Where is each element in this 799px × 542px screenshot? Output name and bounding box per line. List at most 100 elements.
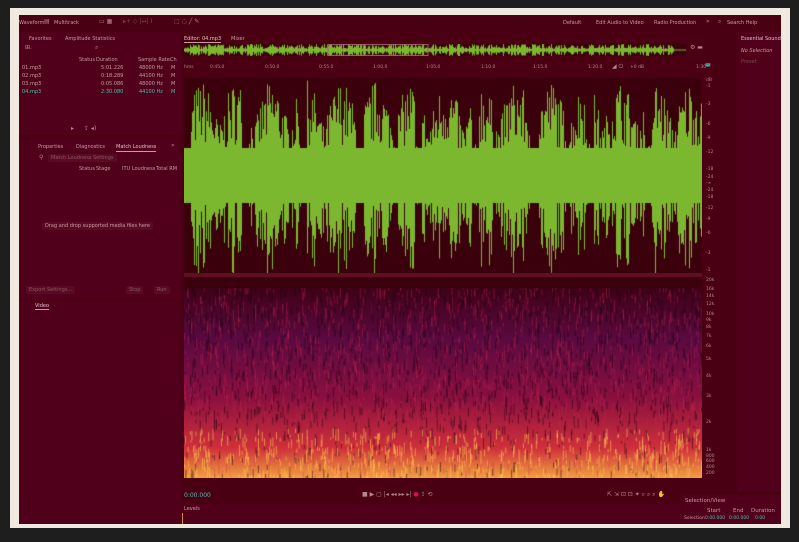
no-selection-text: No Selection xyxy=(741,48,773,54)
db-tick-label: dB xyxy=(706,78,712,83)
record-icon[interactable]: ● xyxy=(413,491,418,498)
freq-tick-label: 1k xyxy=(706,448,712,453)
freq-tick-label: 16k xyxy=(706,287,715,292)
ruler-tick-label: 1:15.0 xyxy=(533,65,548,70)
header-sample-rate[interactable]: Sample Rate xyxy=(138,57,170,63)
ruler-tick-label: 0:55.0 xyxy=(319,65,334,70)
import-icon[interactable]: ⊞. xyxy=(25,44,32,51)
tab-diagnostics[interactable]: Diagnostics xyxy=(76,144,105,150)
multitrack-button[interactable]: Multitrack xyxy=(54,20,79,26)
workspace-default[interactable]: Default xyxy=(563,20,581,26)
tab-mixer[interactable]: Mixer xyxy=(231,36,245,42)
freq-tick-label: 5k xyxy=(706,357,712,362)
file-channels: M xyxy=(171,65,176,71)
overview-waveform[interactable] xyxy=(184,44,686,56)
header-stage: Stage xyxy=(96,166,111,172)
files-panel: Favorites Amplitude Statistics ⊞. ⌕ Stat… xyxy=(19,32,181,135)
db-tick-label: -6 xyxy=(706,122,711,127)
waveform-button[interactable]: Waveform xyxy=(19,20,44,26)
tab-editor[interactable]: Editor: 04.mp3 xyxy=(184,36,222,43)
workspace-edit-audio-to-video[interactable]: Edit Audio to Video xyxy=(596,20,644,26)
header-total-rms: Total RM xyxy=(156,166,178,172)
file-name: 03.mp3 xyxy=(22,81,42,87)
search-help-input[interactable]: Search Help xyxy=(727,20,757,26)
tab-favorites[interactable]: Favorites xyxy=(29,36,52,42)
transport-controls[interactable]: ■ ▶ ▢ |◂ ◂◂ ▸▸ ▸| ● ⇪ ⟲ xyxy=(362,491,433,498)
spectrogram-display[interactable] xyxy=(184,278,702,478)
stop-button[interactable]: Stop xyxy=(126,286,144,294)
tab-video[interactable]: Video xyxy=(35,303,50,310)
levels-title: Levels xyxy=(184,506,200,512)
ruler-tick-label: hms xyxy=(184,65,194,70)
search-icon: ⌕ xyxy=(718,18,722,25)
zoom-controls[interactable]: ⇱ ⇲ ⊡ ⊡ ✦ ⌕ ⌕ ⌕ ✋ xyxy=(607,491,665,499)
selection-end[interactable]: 0:00.000 xyxy=(729,516,749,521)
file-name: 02.mp3 xyxy=(22,73,42,79)
levels-panel: Levels xyxy=(182,504,682,524)
export-icon[interactable]: ⇪ ◂) xyxy=(84,125,96,132)
freq-tick-label: 3k xyxy=(706,394,712,399)
settings-icon[interactable]: ⚲ xyxy=(39,154,43,161)
file-channels: M xyxy=(171,81,176,87)
file-duration: 5:01.226 xyxy=(101,65,124,71)
editor-panel: Editor: 04.mp3 Mixer ⚙ ▬ hms 0:45.0 0:50.0… xyxy=(182,32,737,490)
play-icon[interactable]: ▸ xyxy=(71,125,74,132)
zoom-icon[interactable]: ⚙ ▬ xyxy=(690,44,703,51)
header-channels[interactable]: Ch xyxy=(170,57,177,63)
tab-properties[interactable]: Properties xyxy=(38,144,63,150)
header-duration[interactable]: Duration xyxy=(96,57,118,63)
db-tick-label: -9 xyxy=(706,136,711,141)
db-tick-label: -18 xyxy=(706,195,714,200)
expand-icon[interactable]: » xyxy=(171,142,175,149)
db-scale: dB -1 -3 -6 -9 -12 -18 -24 -∞ -24 -18 -12 -9 -6 -3 -1 xyxy=(703,78,721,273)
spectral-view-icon[interactable]: ▭ ▦ xyxy=(99,18,112,25)
selection-start[interactable]: 0:00.000 xyxy=(705,516,725,521)
top-toolbar: Waveform ▤ Multitrack ▭ ▦ ▸+ ◇ |↔| I ⬚ ◌… xyxy=(19,15,781,31)
freq-tick-label: 12k xyxy=(706,302,715,307)
freq-tick-label: 20k xyxy=(706,278,715,283)
ruler-tick-label: 1:00.0 xyxy=(373,65,388,70)
match-loudness-settings-button[interactable]: Match Loudness Settings xyxy=(48,154,117,162)
run-button[interactable]: Run xyxy=(154,286,170,294)
db-tick-label: -12 xyxy=(706,150,714,155)
selection-duration[interactable]: 0:00 xyxy=(755,516,765,521)
file-sample-rate: 48000 Hz xyxy=(139,65,163,71)
drop-zone[interactable]: Drag and drop supported media files here xyxy=(42,222,153,230)
db-tick-label: -9 xyxy=(706,217,711,222)
freq-tick-label: 14k xyxy=(706,294,715,299)
video-panel: Video xyxy=(19,301,181,524)
freq-tick-label: 8k xyxy=(706,325,712,330)
waveform-display[interactable] xyxy=(184,78,702,273)
edit-tools-icons[interactable]: ▸+ ◇ |↔| I xyxy=(123,18,152,25)
tab-match-loudness[interactable]: Match Loudness xyxy=(116,144,157,152)
selection-tools-icons[interactable]: ⬚ ◌ ╱ ✎ xyxy=(174,18,199,25)
selection-label: Selection xyxy=(684,516,705,521)
file-channels: M xyxy=(171,73,176,79)
search-files-icon[interactable]: ⌕ xyxy=(95,44,98,52)
ruler-tick-label: 1:05.0 xyxy=(426,65,441,70)
volume-knob-icon[interactable]: ◢ ⏻ xyxy=(612,63,623,71)
file-duration: 2:30.080 xyxy=(101,89,124,95)
tab-amplitude-statistics[interactable]: Amplitude Statistics xyxy=(65,36,115,42)
gain-value: +0 dB xyxy=(630,65,645,70)
file-channels: M xyxy=(171,89,176,95)
freq-tick-label: 600 xyxy=(706,459,715,464)
headphone-icon[interactable]: ◚ xyxy=(705,63,711,70)
freq-tick-label: 2k xyxy=(706,420,712,425)
preset-dropdown[interactable]: Preset xyxy=(741,59,757,65)
header-status[interactable]: Status xyxy=(79,57,95,63)
export-settings-button[interactable]: Export Settings... xyxy=(26,286,76,294)
view-divider[interactable] xyxy=(184,273,702,277)
freq-tick-label: 9k xyxy=(706,318,712,323)
ruler-tick-label: 0:45.0 xyxy=(210,65,225,70)
audition-app: Waveform ▤ Multitrack ▭ ▦ ▸+ ◇ |↔| I ⬚ ◌… xyxy=(19,15,781,524)
header-duration: Duration xyxy=(751,508,775,514)
workspace-radio-production[interactable]: Radio Production xyxy=(654,20,696,26)
more-workspaces-icon[interactable]: » xyxy=(706,18,710,25)
freq-tick-label: 200 xyxy=(706,471,715,476)
db-tick-label: -3 xyxy=(706,102,711,107)
header-status: Status xyxy=(79,166,95,172)
db-tick-label: -6 xyxy=(706,231,711,236)
db-tick-label: -∞ xyxy=(706,181,712,186)
level-meter xyxy=(182,513,183,524)
